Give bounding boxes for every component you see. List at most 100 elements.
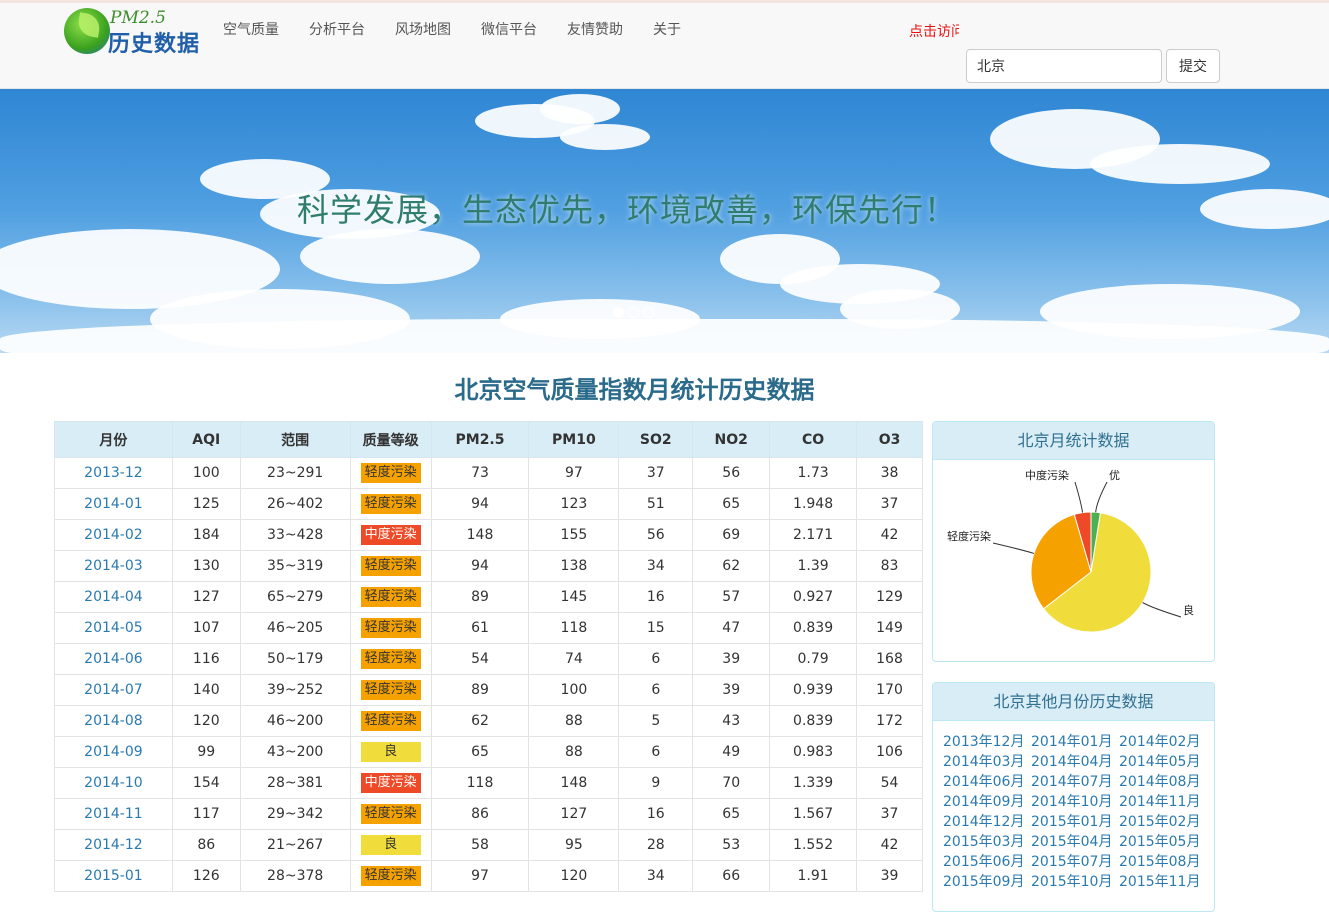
table-cell: 118 [528,612,620,644]
table-cell: 38 [856,457,923,489]
month-link[interactable]: 2014-11 [54,798,173,830]
visit-link[interactable]: 点击访问 [909,21,959,41]
table-cell: 97 [528,457,620,489]
nav-item[interactable]: 友情赞助 [552,19,638,41]
carousel-dot[interactable] [643,307,654,318]
column-header: PM2.5 [430,421,530,458]
table-cell: 1.567 [769,798,858,830]
month-link[interactable]: 2015-01 [54,860,173,892]
history-month-link[interactable]: 2014年09月 [943,792,1031,812]
month-link[interactable]: 2013-12 [54,457,173,489]
table-cell: 123 [528,488,620,520]
carousel-dot[interactable] [628,307,639,318]
nav-item[interactable]: 风场地图 [380,19,466,41]
column-header: PM10 [528,421,620,458]
history-month-link[interactable]: 2014年12月 [943,812,1031,832]
history-month-link[interactable]: 2015年03月 [943,832,1031,852]
history-month-link[interactable]: 2014年04月 [1031,752,1119,772]
month-link[interactable]: 2014-07 [54,674,173,706]
history-month-link[interactable]: 2014年05月 [1119,752,1207,772]
table-cell: 118 [430,767,530,799]
cloud [1090,144,1270,184]
history-month-link[interactable]: 2014年10月 [1031,792,1119,812]
table-row: 2014-10 154 28~381 中度污染 118 148 9 70 1.339 54 [54,767,923,799]
quality-badge: 轻度污染 [360,556,421,576]
carousel-indicators [613,307,654,318]
table-cell: 61 [430,612,530,644]
history-month-link[interactable]: 2014年08月 [1119,772,1207,792]
quality-cell: 轻度污染 [349,705,432,737]
table-cell: 69 [692,519,771,551]
history-month-link[interactable]: 2015年11月 [1119,872,1207,892]
month-link[interactable]: 2014-08 [54,705,173,737]
history-month-link[interactable]: 2015年06月 [943,852,1031,872]
quality-cell: 中度污染 [349,519,432,551]
history-month-link[interactable]: 2015年10月 [1031,872,1119,892]
table-cell: 100 [171,457,241,489]
table-cell: 116 [171,643,241,675]
history-month-link[interactable]: 2015年02月 [1119,812,1207,832]
history-month-link[interactable]: 2014年02月 [1119,732,1207,752]
history-month-link[interactable]: 2015年01月 [1031,812,1119,832]
cloud [0,319,1329,353]
table-cell: 65 [692,798,771,830]
table-cell: 53 [692,829,771,861]
history-month-link[interactable]: 2015年08月 [1119,852,1207,872]
pie-label: 良 [1183,603,1194,617]
quality-cell: 轻度污染 [349,550,432,582]
nav-item[interactable]: 微信平台 [466,19,552,41]
month-link[interactable]: 2014-09 [54,736,173,768]
submit-button[interactable]: 提交 [1166,49,1220,83]
table-cell: 50~179 [239,643,351,675]
month-link[interactable]: 2014-01 [54,488,173,520]
month-link[interactable]: 2014-12 [54,829,173,861]
table-cell: 0.839 [769,612,858,644]
table-cell: 37 [618,457,694,489]
quality-cell: 轻度污染 [349,860,432,892]
table-cell: 94 [430,550,530,582]
main-nav: 空气质量 分析平台 风场地图 微信平台 友情赞助 关于 [208,19,696,41]
history-month-link[interactable]: 2015年09月 [943,872,1031,892]
table-cell: 0.839 [769,705,858,737]
history-month-link[interactable]: 2013年12月 [943,732,1031,752]
month-link[interactable]: 2014-06 [54,643,173,675]
quality-cell: 轻度污染 [349,798,432,830]
month-link[interactable]: 2014-02 [54,519,173,551]
nav-item[interactable]: 分析平台 [294,19,380,41]
history-month-link[interactable]: 2014年06月 [943,772,1031,792]
history-month-link[interactable]: 2014年03月 [943,752,1031,772]
history-month-link[interactable]: 2015年05月 [1119,832,1207,852]
history-month-link[interactable]: 2014年01月 [1031,732,1119,752]
table-cell: 120 [528,860,620,892]
table-cell: 39 [692,643,771,675]
table-cell: 49 [692,736,771,768]
table-cell: 0.927 [769,581,858,613]
table-row: 2014-09 99 43~200 良 65 88 6 49 0.983 106 [54,736,923,768]
table-cell: 145 [528,581,620,613]
quality-cell: 轻度污染 [349,643,432,675]
history-month-link[interactable]: 2014年07月 [1031,772,1119,792]
table-cell: 9 [618,767,694,799]
site-logo[interactable]: PM2.5 历史数据 [64,8,204,57]
page-title: 北京空气质量指数月统计历史数据 [454,376,815,404]
table-cell: 16 [618,581,694,613]
history-month-link[interactable]: 2015年04月 [1031,832,1119,852]
history-month-link[interactable]: 2015年07月 [1031,852,1119,872]
table-cell: 65~279 [239,581,351,613]
navbar: PM2.5 历史数据 空气质量分析平台风场地图微信平台友情赞助关于 点击访问 提… [0,0,1329,89]
month-link[interactable]: 2014-10 [54,767,173,799]
history-month-link[interactable]: 2014年11月 [1119,792,1207,812]
quality-badge: 轻度污染 [360,463,421,483]
month-link[interactable]: 2014-05 [54,612,173,644]
nav-item[interactable]: 关于 [638,19,696,41]
month-link[interactable]: 2014-03 [54,550,173,582]
nav-item[interactable]: 空气质量 [208,19,294,41]
carousel-dot[interactable] [613,307,624,318]
table-cell: 83 [856,550,923,582]
month-link[interactable]: 2014-04 [54,581,173,613]
city-search-input[interactable] [966,49,1162,83]
table-row: 2015-01 126 28~378 轻度污染 97 120 34 66 1.91 39 [54,860,923,892]
quality-cell: 良 [349,736,432,768]
table-row: 2014-01 125 26~402 轻度污染 94 123 51 65 1.948 37 [54,488,923,520]
quality-badge: 轻度污染 [360,866,421,886]
